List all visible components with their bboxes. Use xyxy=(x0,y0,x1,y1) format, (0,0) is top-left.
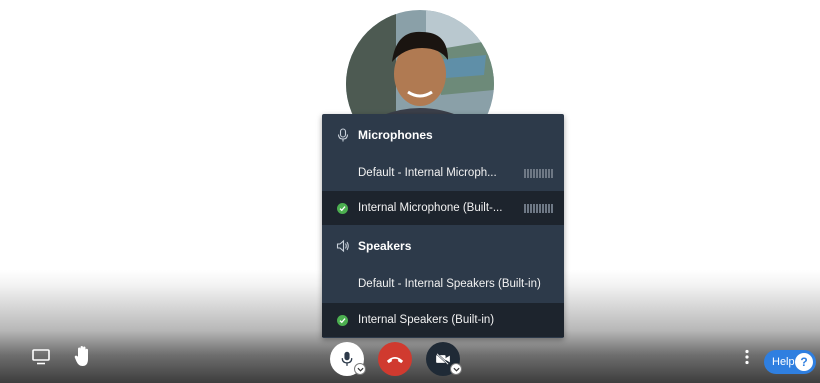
check-icon xyxy=(337,315,348,326)
speaker-option-label: Default - Internal Speakers (Built-in) xyxy=(358,278,541,290)
question-icon: ? xyxy=(795,353,813,371)
help-label: Help xyxy=(772,356,795,368)
chevron-down-icon xyxy=(356,367,364,372)
screen-share-icon xyxy=(32,349,50,365)
microphone-icon xyxy=(341,351,353,366)
video-off-icon xyxy=(436,353,450,365)
microphones-header: Microphones xyxy=(322,118,564,152)
speaker-icon xyxy=(336,239,349,253)
check-icon xyxy=(337,203,348,214)
raise-hand-button[interactable] xyxy=(74,345,92,367)
audio-device-menu: Microphones Default - Internal Microph..… xyxy=(322,114,564,338)
mic-options-chevron[interactable] xyxy=(354,363,366,375)
microphone-button[interactable] xyxy=(330,342,366,376)
mic-option-label: Default - Internal Microph... xyxy=(358,167,497,179)
chevron-down-icon xyxy=(452,367,460,372)
microphone-icon xyxy=(337,128,349,142)
mic-level-meter xyxy=(524,169,553,178)
speaker-option-default[interactable]: Default - Internal Speakers (Built-in) xyxy=(322,267,564,301)
video-options-chevron[interactable] xyxy=(450,363,462,375)
mic-level-meter xyxy=(524,204,553,213)
speaker-option-internal[interactable]: Internal Speakers (Built-in) xyxy=(322,303,564,337)
hang-up-button[interactable] xyxy=(378,342,412,376)
raise-hand-icon xyxy=(74,346,88,366)
speakers-header-label: Speakers xyxy=(358,239,412,253)
more-options-button[interactable] xyxy=(742,349,752,365)
video-toggle-button[interactable] xyxy=(426,342,462,376)
phone-hangup-icon xyxy=(386,356,404,363)
mic-option-internal[interactable]: Internal Microphone (Built-... xyxy=(322,191,564,225)
mic-option-label: Internal Microphone (Built-... xyxy=(358,202,503,214)
mic-option-default[interactable]: Default - Internal Microph... xyxy=(322,156,564,190)
speakers-header: Speakers xyxy=(322,229,564,263)
help-button[interactable]: Help ? xyxy=(764,350,816,374)
screen-share-button[interactable] xyxy=(32,349,50,365)
speaker-option-label: Internal Speakers (Built-in) xyxy=(358,314,495,326)
more-vertical-icon xyxy=(745,349,749,365)
microphones-header-label: Microphones xyxy=(358,128,433,142)
